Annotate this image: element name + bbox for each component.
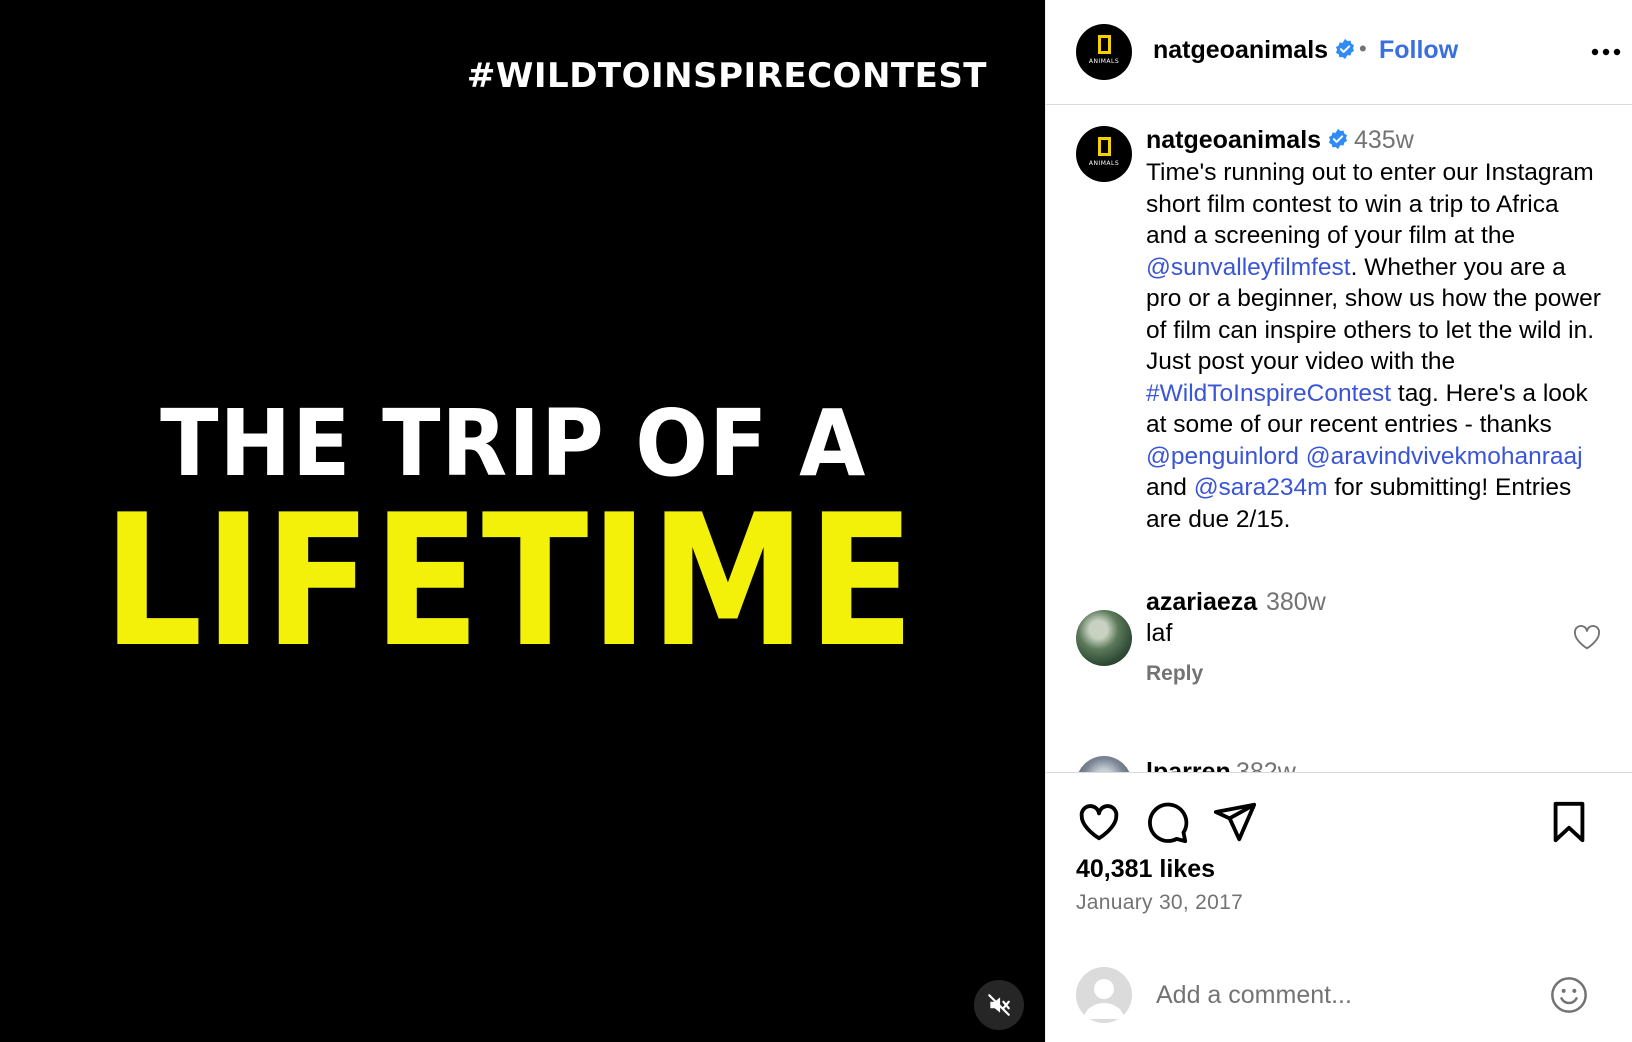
- comment-like-heart-icon[interactable]: [1571, 621, 1603, 653]
- comment-bubble-icon[interactable]: [1144, 799, 1190, 845]
- mute-button[interactable]: [974, 980, 1024, 1030]
- add-comment-bar: [1046, 955, 1632, 1042]
- author-username-link[interactable]: natgeoanimals: [1153, 36, 1328, 64]
- more-horizontal-icon: [1591, 48, 1621, 56]
- commenter-avatar[interactable]: [1076, 756, 1132, 772]
- avatar-label: ANIMALS: [1088, 160, 1120, 167]
- caption-author-avatar[interactable]: ANIMALS: [1076, 126, 1132, 182]
- heart-icon[interactable]: [1076, 799, 1122, 845]
- caption-text: Time's running out to enter our Instagra…: [1146, 157, 1606, 535]
- header-separator: •: [1359, 36, 1367, 61]
- post-details-panel: ANIMALS natgeoanimals • Follow ANIMALS n…: [1045, 0, 1632, 1042]
- comment-timestamp[interactable]: 380w: [1266, 588, 1326, 617]
- default-user-icon: [1084, 979, 1124, 1019]
- header-username-row: natgeoanimals: [1153, 36, 1356, 65]
- caption-username-link[interactable]: natgeoanimals: [1146, 126, 1321, 154]
- caption-text-segment: Time's running out to enter our Instagra…: [1146, 159, 1594, 249]
- post-header: ANIMALS natgeoanimals • Follow: [1046, 0, 1632, 105]
- paper-plane-icon[interactable]: [1212, 799, 1258, 845]
- media-hashtag-text: #WILDTOINSPIRECONTEST: [466, 56, 987, 96]
- comment-input[interactable]: [1156, 975, 1516, 1015]
- commenter-avatar[interactable]: [1076, 610, 1132, 666]
- natgeo-frame-icon: [1097, 35, 1111, 54]
- more-options-button[interactable]: [1586, 36, 1626, 68]
- comment-timestamp[interactable]: 382w: [1236, 758, 1296, 772]
- caption-mention-link[interactable]: @sara234m: [1194, 474, 1328, 501]
- caption-timestamp[interactable]: 435w: [1354, 126, 1414, 155]
- natgeo-frame-icon: [1097, 137, 1111, 156]
- smiley-icon[interactable]: [1549, 975, 1589, 1015]
- verified-badge-icon: [1328, 129, 1348, 150]
- author-avatar[interactable]: ANIMALS: [1076, 24, 1132, 80]
- caption-mention-link[interactable]: @aravindvivekmohanraaj: [1306, 443, 1583, 470]
- caption-text-segment: and: [1146, 474, 1194, 501]
- comment-username-link[interactable]: lparren: [1146, 758, 1231, 772]
- post-actions: 40,381 likes January 30, 2017: [1046, 772, 1632, 922]
- caption-text-segment: [1299, 443, 1306, 470]
- current-user-avatar[interactable]: [1076, 967, 1132, 1023]
- media-headline-line2: LIFETIME: [102, 475, 917, 687]
- comment-text: laf: [1146, 619, 1173, 647]
- comments-scroll-area[interactable]: ANIMALS natgeoanimals 435w Time's runnin…: [1046, 106, 1632, 772]
- post-media[interactable]: #WILDTOINSPIRECONTEST THE TRIP OF A LIFE…: [0, 0, 1045, 1042]
- likes-count[interactable]: 40,381 likes: [1076, 855, 1215, 884]
- caption-username-row: natgeoanimals: [1146, 126, 1349, 155]
- speaker-muted-icon: [988, 994, 1010, 1016]
- follow-button[interactable]: Follow: [1379, 36, 1458, 65]
- caption-mention-link[interactable]: @penguinlord: [1146, 443, 1299, 470]
- comment-reply-button[interactable]: Reply: [1146, 662, 1203, 686]
- caption-hashtag-link[interactable]: #WildToInspireContest: [1146, 380, 1391, 407]
- verified-badge-icon: [1335, 39, 1355, 60]
- caption-mention-link[interactable]: @sunvalleyfilmfest: [1146, 254, 1351, 281]
- comment-username-link[interactable]: azariaeza: [1146, 588, 1257, 617]
- bookmark-icon[interactable]: [1546, 799, 1592, 845]
- post-date[interactable]: January 30, 2017: [1076, 891, 1243, 915]
- avatar-label: ANIMALS: [1088, 58, 1120, 65]
